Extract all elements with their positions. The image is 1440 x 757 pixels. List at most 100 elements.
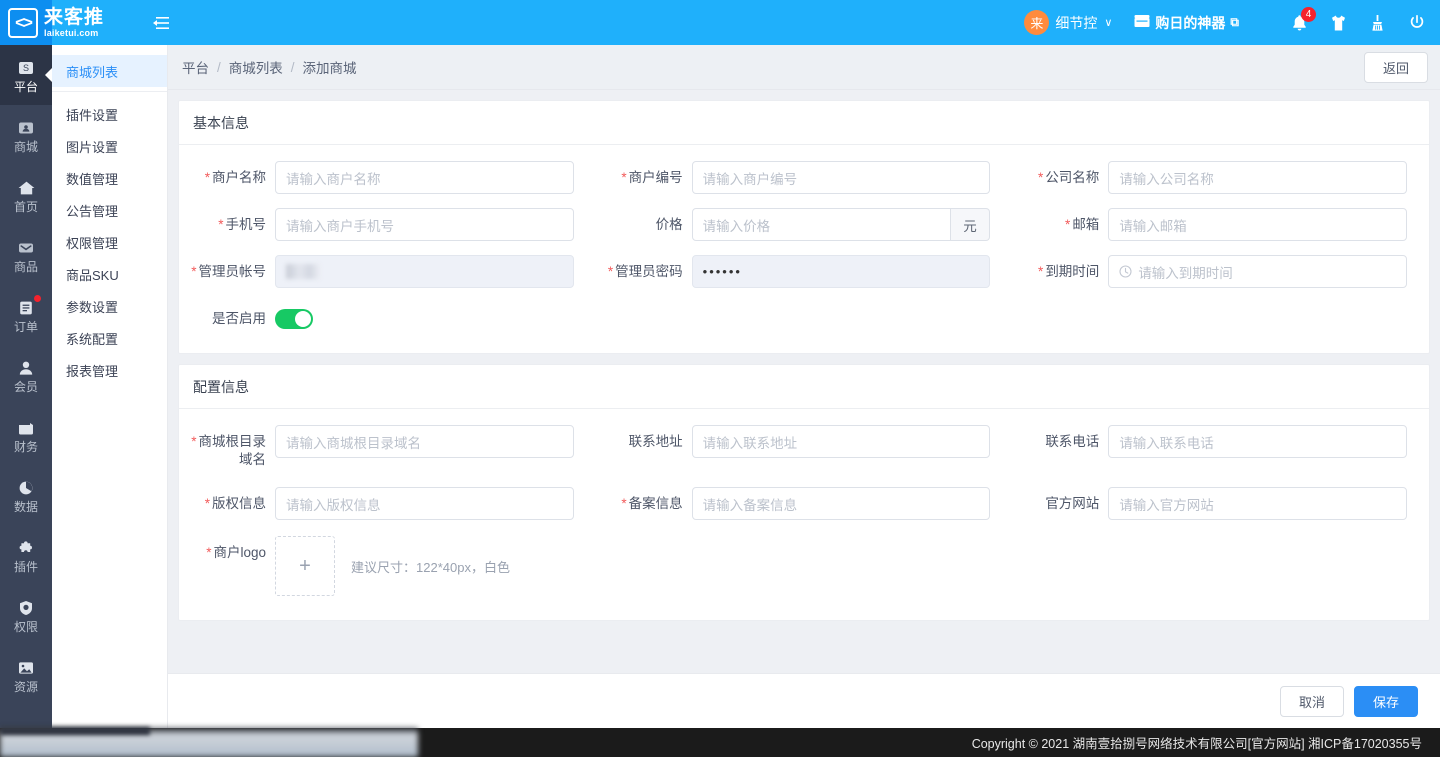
rail-item-finance[interactable]: 财务	[0, 405, 52, 465]
admin-password-value: ••••••	[702, 264, 742, 279]
label-icp-info: * 备案信息	[596, 487, 692, 513]
field-root-domain: * 商城根目录域名 请输入商城根目录域名	[179, 425, 596, 469]
rail-item-order[interactable]: 订单	[0, 285, 52, 345]
theme-shirt-icon[interactable]	[1330, 14, 1347, 32]
admin-account-input[interactable]	[275, 255, 574, 288]
home-icon	[17, 178, 36, 198]
goods-icon	[17, 238, 35, 258]
sidebar-item-system-config[interactable]: 系统配置	[52, 322, 167, 354]
rail-label-data: 数据	[13, 499, 38, 514]
member-icon	[17, 358, 35, 378]
finance-icon	[17, 418, 35, 438]
rail-item-home[interactable]: 首页	[0, 165, 52, 225]
user-menu[interactable]: 来 细节控 ∨	[1024, 10, 1112, 35]
label-text: 手机号	[225, 217, 267, 232]
order-unread-dot	[34, 295, 41, 302]
logo-upload-button[interactable]: +	[275, 536, 335, 596]
merchant-code-input[interactable]: 请输入商户编号	[691, 161, 991, 194]
label-text: 商户logo	[213, 545, 266, 560]
sidebar-item-report-management[interactable]: 报表管理	[52, 354, 167, 386]
contact-phone-input[interactable]: 请输入联系电话	[1108, 425, 1407, 458]
basic-info-card: 基本信息 * 商户名称 请输入商户名称 * 商户编号 请输入商户编号 * 公司名…	[178, 100, 1430, 354]
cancel-button[interactable]: 取消	[1279, 685, 1344, 717]
basic-row-3: * 管理员帐号 * 管理员密码 •••••• * 到期时间 请输入到期时间	[179, 255, 1429, 288]
merchant-name-input[interactable]: 请输入商户名称	[275, 161, 574, 194]
expire-time-input[interactable]: 请输入到期时间	[1108, 255, 1407, 288]
control-expire-time: 请输入到期时间	[1108, 255, 1429, 288]
brand-logo-area[interactable]: <> 来客推 laiketui.com	[0, 0, 140, 45]
logout-power-icon[interactable]	[1408, 14, 1426, 32]
sidebar-item-image-settings[interactable]: 图片设置	[52, 130, 167, 162]
sidebar-item-plugin-settings[interactable]: 插件设置	[52, 98, 167, 130]
contact-phone-placeholder: 请输入联系电话	[1119, 435, 1214, 451]
field-icp-info: * 备案信息 请输入备案信息	[596, 487, 1013, 520]
sidebar-item-parameter-settings[interactable]: 参数设置	[52, 290, 167, 322]
sidebar-item-mall-list[interactable]: 商城列表	[52, 55, 167, 87]
rail-item-goods[interactable]: 商品	[0, 225, 52, 285]
breadcrumb-root[interactable]: 平台	[182, 57, 209, 77]
basic-row-4: 是否启用	[179, 302, 1429, 329]
config-info-card: 配置信息 * 商城根目录域名 请输入商城根目录域名 联系地址 请输入联系地址 联…	[178, 364, 1430, 621]
field-admin-password: * 管理员密码 ••••••	[596, 255, 1013, 288]
user-name: 细节控	[1055, 14, 1098, 31]
sidebar-label-report-management: 报表管理	[66, 363, 119, 379]
required-star: *	[204, 170, 210, 185]
label-official-site: 官方网站	[1012, 487, 1108, 513]
enabled-toggle[interactable]	[275, 309, 313, 329]
basic-row-1: * 商户名称 请输入商户名称 * 商户编号 请输入商户编号 * 公司名称 请输入…	[179, 161, 1429, 194]
rail-item-platform[interactable]: S 平台	[0, 45, 52, 105]
label-text: 价格	[655, 217, 683, 232]
save-button[interactable]: 保存	[1353, 685, 1418, 717]
phone-input[interactable]: 请输入商户手机号	[275, 208, 574, 241]
field-email: * 邮箱 请输入邮箱	[1012, 208, 1429, 241]
svg-text:S: S	[23, 63, 29, 73]
rail-item-plugin[interactable]: 插件	[0, 525, 52, 585]
back-button[interactable]: 返回	[1363, 51, 1428, 83]
copyright-info-input[interactable]: 请输入版权信息	[275, 487, 574, 520]
sidebar-item-value-management[interactable]: 数值管理	[52, 162, 167, 194]
shop-link[interactable]: 购日的神器 ⧉	[1134, 13, 1239, 33]
sidebar-item-permission-management[interactable]: 权限管理	[52, 226, 167, 258]
label-contact-address: 联系地址	[596, 425, 692, 451]
bell-icon[interactable]: 4	[1291, 6, 1316, 32]
sidebar-item-product-sku[interactable]: 商品SKU	[52, 258, 167, 290]
field-copyright-info: * 版权信息 请输入版权信息	[179, 487, 596, 520]
price-input-group: 请输入价格 元	[691, 208, 991, 241]
rail-label-order: 订单	[13, 319, 38, 334]
sidebar-label-permission-management: 权限管理	[66, 235, 119, 251]
icp-info-input[interactable]: 请输入备案信息	[691, 487, 991, 520]
breadcrumb-level-2[interactable]: 商城列表	[229, 57, 283, 77]
label-text: 商户编号	[628, 170, 683, 185]
form-content: 基本信息 * 商户名称 请输入商户名称 * 商户编号 请输入商户编号 * 公司名…	[168, 90, 1440, 728]
rail-item-resource[interactable]: 资源	[0, 645, 52, 705]
order-icon	[18, 298, 34, 318]
merchant-code-placeholder: 请输入商户编号	[702, 171, 798, 187]
root-domain-input[interactable]: 请输入商城根目录域名	[275, 425, 574, 458]
control-price: 请输入价格 元	[691, 208, 1013, 241]
clear-cache-broom-icon[interactable]	[1369, 14, 1386, 32]
email-input[interactable]: 请输入邮箱	[1108, 208, 1407, 241]
control-enabled	[275, 302, 596, 329]
company-name-input[interactable]: 请输入公司名称	[1108, 161, 1407, 194]
admin-password-input[interactable]: ••••••	[691, 255, 991, 288]
rail-item-member[interactable]: 会员	[0, 345, 52, 405]
label-admin-password: * 管理员密码	[596, 255, 692, 281]
control-admin-password: ••••••	[691, 255, 1013, 288]
os-taskbar-tile[interactable]	[0, 727, 150, 735]
rail-item-data[interactable]: 数据	[0, 465, 52, 525]
sidebar-label-image-settings: 图片设置	[66, 139, 119, 155]
field-admin-account: * 管理员帐号	[179, 255, 596, 288]
field-merchant-code: * 商户编号 请输入商户编号	[596, 161, 1013, 194]
rail-item-mall[interactable]: 商城	[0, 105, 52, 165]
contact-address-input[interactable]: 请输入联系地址	[691, 425, 991, 458]
laiketui-logo-icon: <>	[8, 7, 38, 38]
menu-collapse-icon[interactable]	[150, 16, 172, 30]
breadcrumb-bar: 平台 / 商城列表 / 添加商城 返回	[168, 45, 1440, 90]
sidebar-item-announcement[interactable]: 公告管理	[52, 194, 167, 226]
rail-item-permission[interactable]: 权限	[0, 585, 52, 645]
sidebar-label-plugin-settings: 插件设置	[66, 107, 119, 123]
price-input[interactable]: 请输入价格	[691, 208, 951, 241]
price-placeholder: 请输入价格	[702, 218, 771, 234]
form-footer: 取消 保存	[168, 673, 1440, 728]
official-site-input[interactable]: 请输入官方网站	[1108, 487, 1407, 520]
